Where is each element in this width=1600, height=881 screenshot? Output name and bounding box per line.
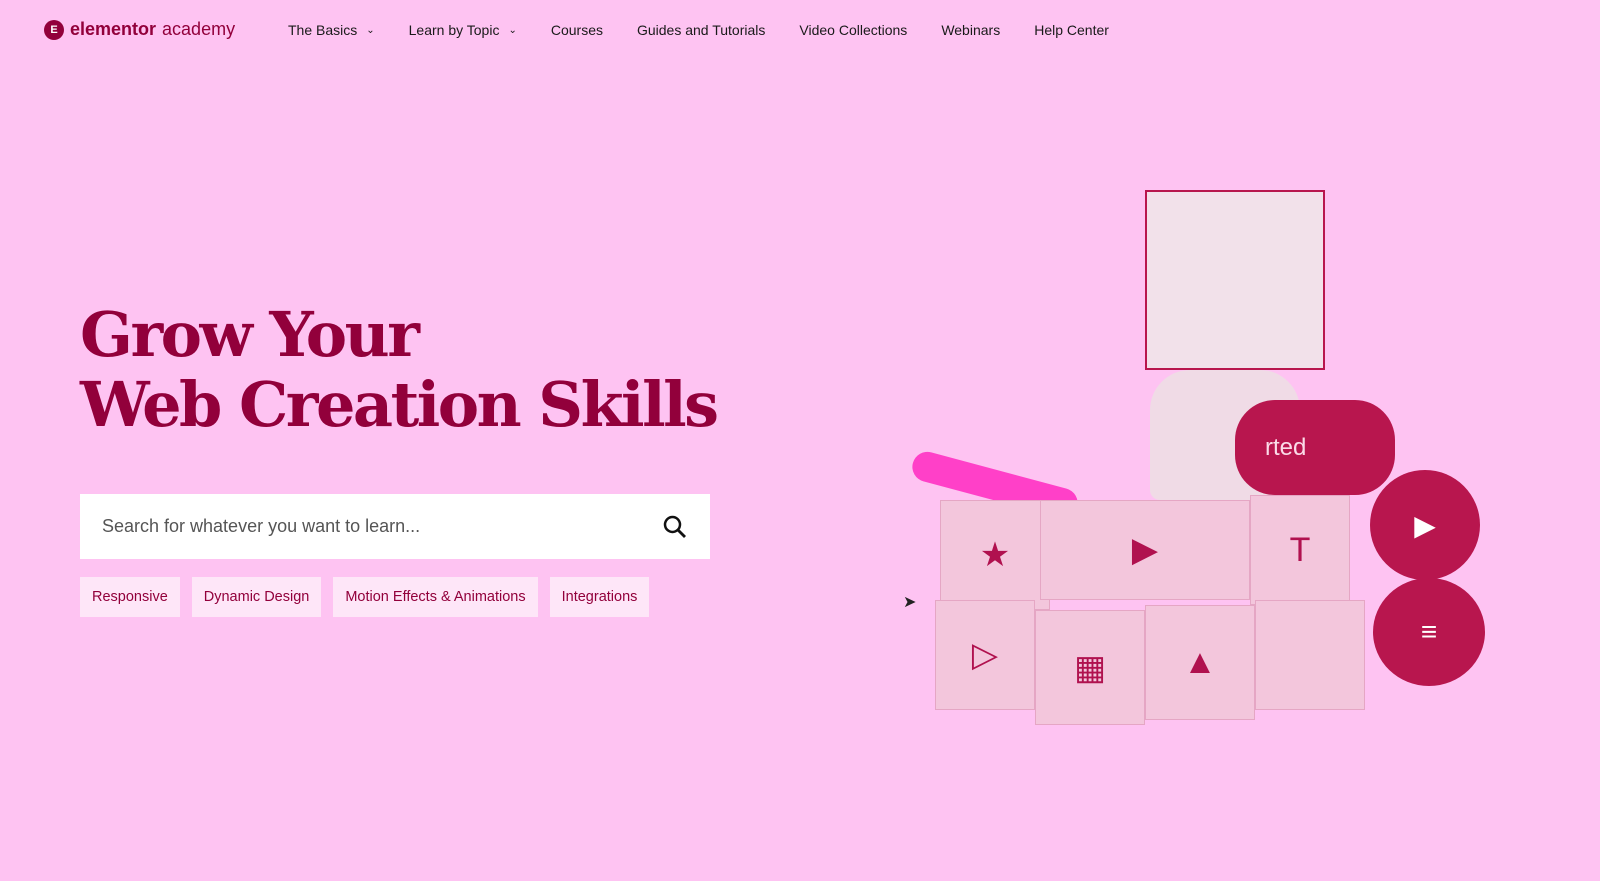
newspaper-illustration <box>1145 190 1325 370</box>
mouse-cursor-icon: ➤ <box>903 594 917 611</box>
logo-text: elementor <box>70 19 157 39</box>
text-block: T <box>1250 495 1350 605</box>
grid-block: ▦ <box>1035 610 1145 725</box>
hero-title-line-2: Web Creation Skills <box>80 368 719 441</box>
nav-webinars[interactable]: Webinars <box>941 22 1000 38</box>
tag-integrations[interactable]: Integrations <box>549 577 650 617</box>
nav-courses[interactable]: Courses <box>551 22 603 38</box>
logo-subtext: academy <box>162 19 236 39</box>
top-nav: E elementor academy The Basics ⌄ Learn by… <box>0 0 1600 60</box>
chevron-down-icon: ⌄ <box>366 24 375 36</box>
tag-dynamic-design[interactable]: Dynamic Design <box>191 577 322 617</box>
topic-tags: Responsive Dynamic Design Motion Effects… <box>80 577 650 617</box>
video-block: ▶ <box>1040 500 1250 600</box>
media-block: ▷ <box>935 600 1035 710</box>
blank-block <box>1255 600 1365 710</box>
nav-label: Learn by Topic <box>408 22 500 38</box>
play-ball-icon: ▶ <box>1370 470 1480 580</box>
playlist-ball-icon: ≡ <box>1373 578 1485 686</box>
hero-title-line-1: Grow Your <box>80 298 420 371</box>
nav-guides-tutorials[interactable]: Guides and Tutorials <box>637 22 765 38</box>
hero-illustration: rted ★ ▶ T ▷ ▦ ▲ ▶ ≡ <box>840 180 1520 760</box>
search-input[interactable] <box>102 516 662 537</box>
main-menu: The Basics ⌄ Learn by Topic ⌄ Courses Guid… <box>288 22 1109 38</box>
hero-title: Grow Your Web Creation Skills <box>80 298 719 441</box>
tag-motion-effects[interactable]: Motion Effects & Animations <box>333 577 538 617</box>
elementor-logo-icon: E <box>44 19 64 40</box>
image-block: ▲ <box>1145 605 1255 720</box>
nav-help-center[interactable]: Help Center <box>1034 22 1109 38</box>
search-icon[interactable] <box>662 514 688 540</box>
nav-label: The Basics <box>288 22 358 38</box>
elementor-academy-logo[interactable]: E elementor academy <box>44 19 235 40</box>
cylinder-block: rted <box>1235 400 1395 495</box>
chevron-down-icon: ⌄ <box>508 24 517 36</box>
nav-video-collections[interactable]: Video Collections <box>799 22 907 38</box>
star-block: ★ <box>940 500 1050 610</box>
search-box <box>80 494 710 559</box>
nav-learn-by-topic[interactable]: Learn by Topic ⌄ <box>409 22 517 38</box>
nav-the-basics[interactable]: The Basics ⌄ <box>288 22 375 38</box>
tag-responsive[interactable]: Responsive <box>80 577 180 617</box>
